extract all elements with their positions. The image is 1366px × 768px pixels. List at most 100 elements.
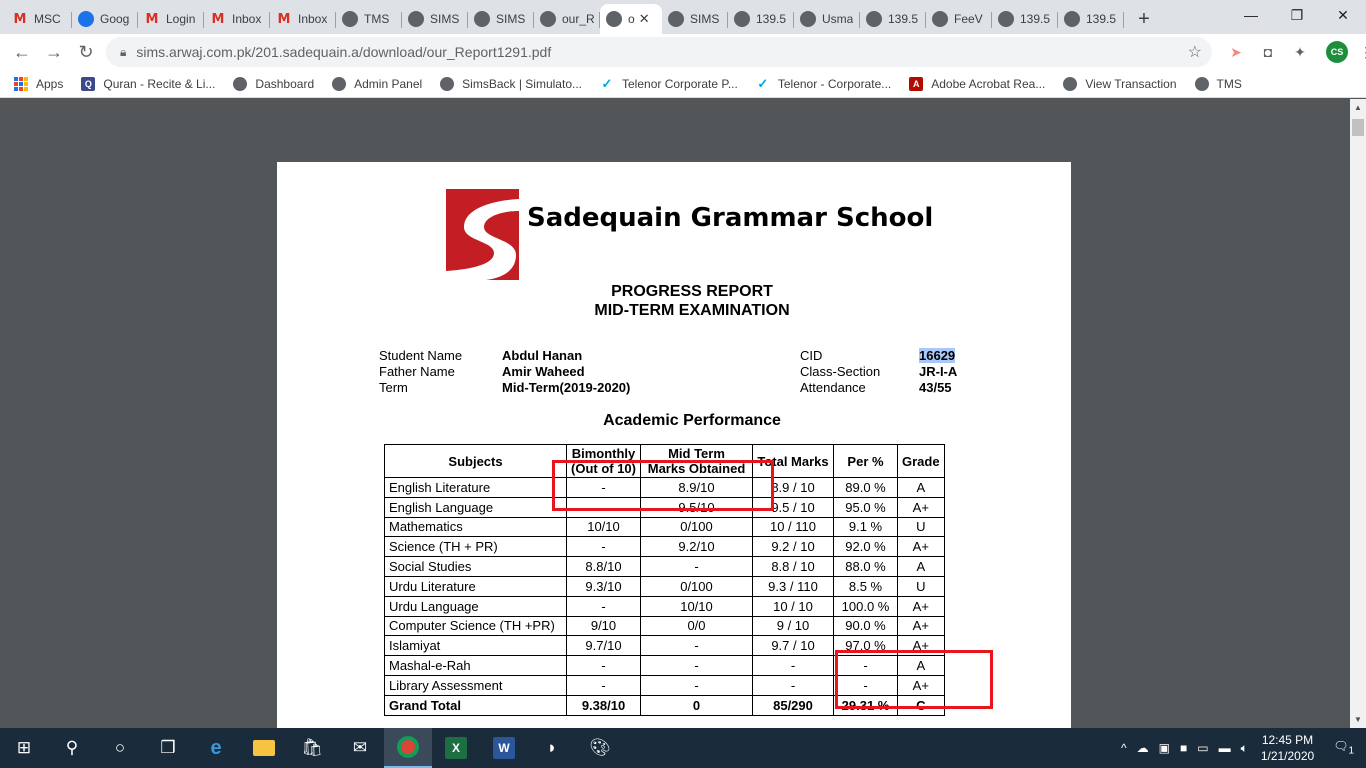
table-cell: A+ (897, 595, 945, 617)
minimize-button[interactable]: — (1228, 0, 1274, 30)
browser-tab[interactable]: 139.5 (1058, 4, 1124, 34)
scroll-up-arrow-icon[interactable]: ▲ (1354, 103, 1362, 112)
table-cell: Social Studies (384, 556, 567, 577)
table-cell: A+ (897, 496, 945, 518)
reload-button[interactable]: ↻ (70, 36, 102, 68)
bookmark-item[interactable]: Dashboard (233, 76, 314, 91)
scroll-down-arrow-icon[interactable]: ▼ (1354, 715, 1362, 724)
table-cell: 92.0 % (833, 536, 898, 558)
browser-tab[interactable]: SIMS (402, 4, 468, 34)
profile-avatar[interactable]: CS (1326, 41, 1348, 63)
table-cell: U (897, 575, 945, 597)
forward-button[interactable]: → (38, 36, 70, 68)
table-cell: - (752, 674, 834, 696)
paint-icon[interactable]: 🎨︎ (576, 728, 624, 768)
camera-icon[interactable]: ◘ (1254, 38, 1282, 66)
chrome-icon[interactable] (384, 728, 432, 768)
windows-start-icon[interactable]: ⊞ (0, 728, 48, 768)
tab-label: SIMS (690, 12, 720, 26)
close-window-button[interactable]: ✕ (1320, 0, 1366, 30)
url-text: sims.arwaj.com.pk/201.sadequain.a/downlo… (136, 44, 552, 60)
browser-tab[interactable]: SIMS (662, 4, 728, 34)
browser-tab[interactable]: TMS (336, 4, 402, 34)
close-tab-icon[interactable]: ✕ (639, 11, 650, 27)
monitor-icon[interactable]: ▭ (1197, 741, 1208, 755)
globe-favicon-icon (800, 11, 816, 27)
table-cell: 0/0 (640, 615, 753, 637)
globe-favicon-icon (998, 11, 1014, 27)
table-cell: A (897, 556, 945, 577)
bookmark-item[interactable]: A Adobe Acrobat Rea... (909, 76, 1045, 91)
puzzle-icon[interactable]: ✦ (1286, 38, 1314, 66)
bookmark-label: Admin Panel (354, 76, 423, 91)
bookmark-item[interactable]: SimsBack | Simulato... (440, 76, 582, 91)
store-icon[interactable]: 🛍︎ (288, 728, 336, 768)
bookmark-label: Quran - Recite & Li... (103, 76, 216, 91)
google-favicon-icon (78, 11, 94, 27)
vertical-scrollbar[interactable]: ▲ ▼ (1350, 99, 1366, 728)
apps-icon (14, 76, 28, 91)
browser-tab[interactable]: Usma (794, 4, 860, 34)
battery-icon[interactable]: ▬ (1219, 741, 1231, 755)
dolphin-app-icon[interactable]: ◗ (528, 728, 576, 768)
clock[interactable]: 12:45 PM 1/21/2020 (1261, 732, 1314, 764)
browser-tab[interactable]: FeeV (926, 4, 992, 34)
table-cell: 9.7/10 (566, 635, 641, 657)
bookmark-item[interactable]: Admin Panel (332, 76, 423, 91)
browser-tab[interactable]: M Login (138, 4, 204, 34)
browser-tab[interactable]: our_R (534, 4, 600, 34)
show-hidden-icons-icon[interactable]: ^ (1121, 741, 1127, 755)
cortana-icon[interactable]: ○ (96, 728, 144, 768)
globe-icon (332, 76, 347, 91)
excel-icon[interactable]: X (432, 728, 480, 768)
word-icon[interactable]: W (480, 728, 528, 768)
bookmark-item[interactable]: ✓ Telenor Corporate P... (600, 76, 738, 91)
browser-tab[interactable]: o ✕ (600, 4, 662, 34)
table-cell: 10/10 (640, 595, 753, 617)
table-cell: 9.2 / 10 (752, 536, 834, 558)
volume-icon[interactable]: 🔈︎ (1241, 741, 1248, 756)
weather-icon[interactable]: ☁ (1137, 741, 1149, 755)
search-icon[interactable]: ⚲ (48, 728, 96, 768)
browser-tab[interactable]: 139.5 (728, 4, 794, 34)
label-student-name: Student Name (379, 348, 463, 363)
table-cell: English Language (384, 496, 567, 518)
extension-icon[interactable]: ➤ (1222, 38, 1250, 66)
address-bar[interactable]: 🔒︎ sims.arwaj.com.pk/201.sadequain.a/dow… (106, 37, 1212, 67)
bookmark-label: Telenor Corporate P... (622, 76, 738, 91)
file-explorer-icon[interactable] (240, 728, 288, 768)
browser-tab[interactable]: 139.5 (992, 4, 1058, 34)
browser-tab[interactable]: M Inbox (204, 4, 270, 34)
browser-tab[interactable]: Goog (72, 4, 138, 34)
display-icon[interactable]: ■ (1180, 741, 1187, 755)
browser-tab[interactable]: 139.5 (860, 4, 926, 34)
bookmark-item[interactable]: View Transaction (1063, 76, 1177, 91)
table-cell: 8.5 % (833, 575, 898, 597)
new-tab-button[interactable]: + (1130, 4, 1158, 34)
scroll-thumb[interactable] (1352, 119, 1364, 136)
back-button[interactable]: ← (6, 36, 38, 68)
bookmark-item[interactable]: ✓ Telenor - Corporate... (756, 76, 891, 91)
task-view-icon[interactable]: ❒ (144, 728, 192, 768)
table-cell: - (752, 655, 834, 676)
browser-tab[interactable]: M Inbox (270, 4, 336, 34)
bookmark-item[interactable]: Apps (14, 76, 63, 91)
globe-favicon-icon (342, 11, 358, 27)
network-device-icon[interactable]: ▣ (1159, 741, 1170, 755)
bookmark-star-icon[interactable]: ☆ (1188, 42, 1202, 62)
bookmark-label: TMS (1216, 76, 1242, 91)
notifications-icon[interactable]: 🗨︎1 (1333, 739, 1354, 756)
mail-icon[interactable]: ✉ (336, 728, 384, 768)
menu-icon[interactable]: ⋮ (1352, 38, 1366, 66)
label-term: Term (379, 380, 408, 395)
edge-icon[interactable]: e (192, 728, 240, 768)
browser-tab[interactable]: SIMS (468, 4, 534, 34)
browser-tab[interactable]: M MSC (6, 4, 72, 34)
bookmark-item[interactable]: Q Quran - Recite & Li... (81, 76, 216, 91)
tab-label: TMS (364, 12, 390, 26)
table-cell: 9.38/10 (566, 694, 641, 716)
table-cell: 10/10 (566, 516, 641, 538)
maximize-button[interactable]: ❐ (1274, 0, 1320, 30)
bookmark-item[interactable]: TMS (1194, 76, 1242, 91)
globe-icon (440, 76, 455, 91)
